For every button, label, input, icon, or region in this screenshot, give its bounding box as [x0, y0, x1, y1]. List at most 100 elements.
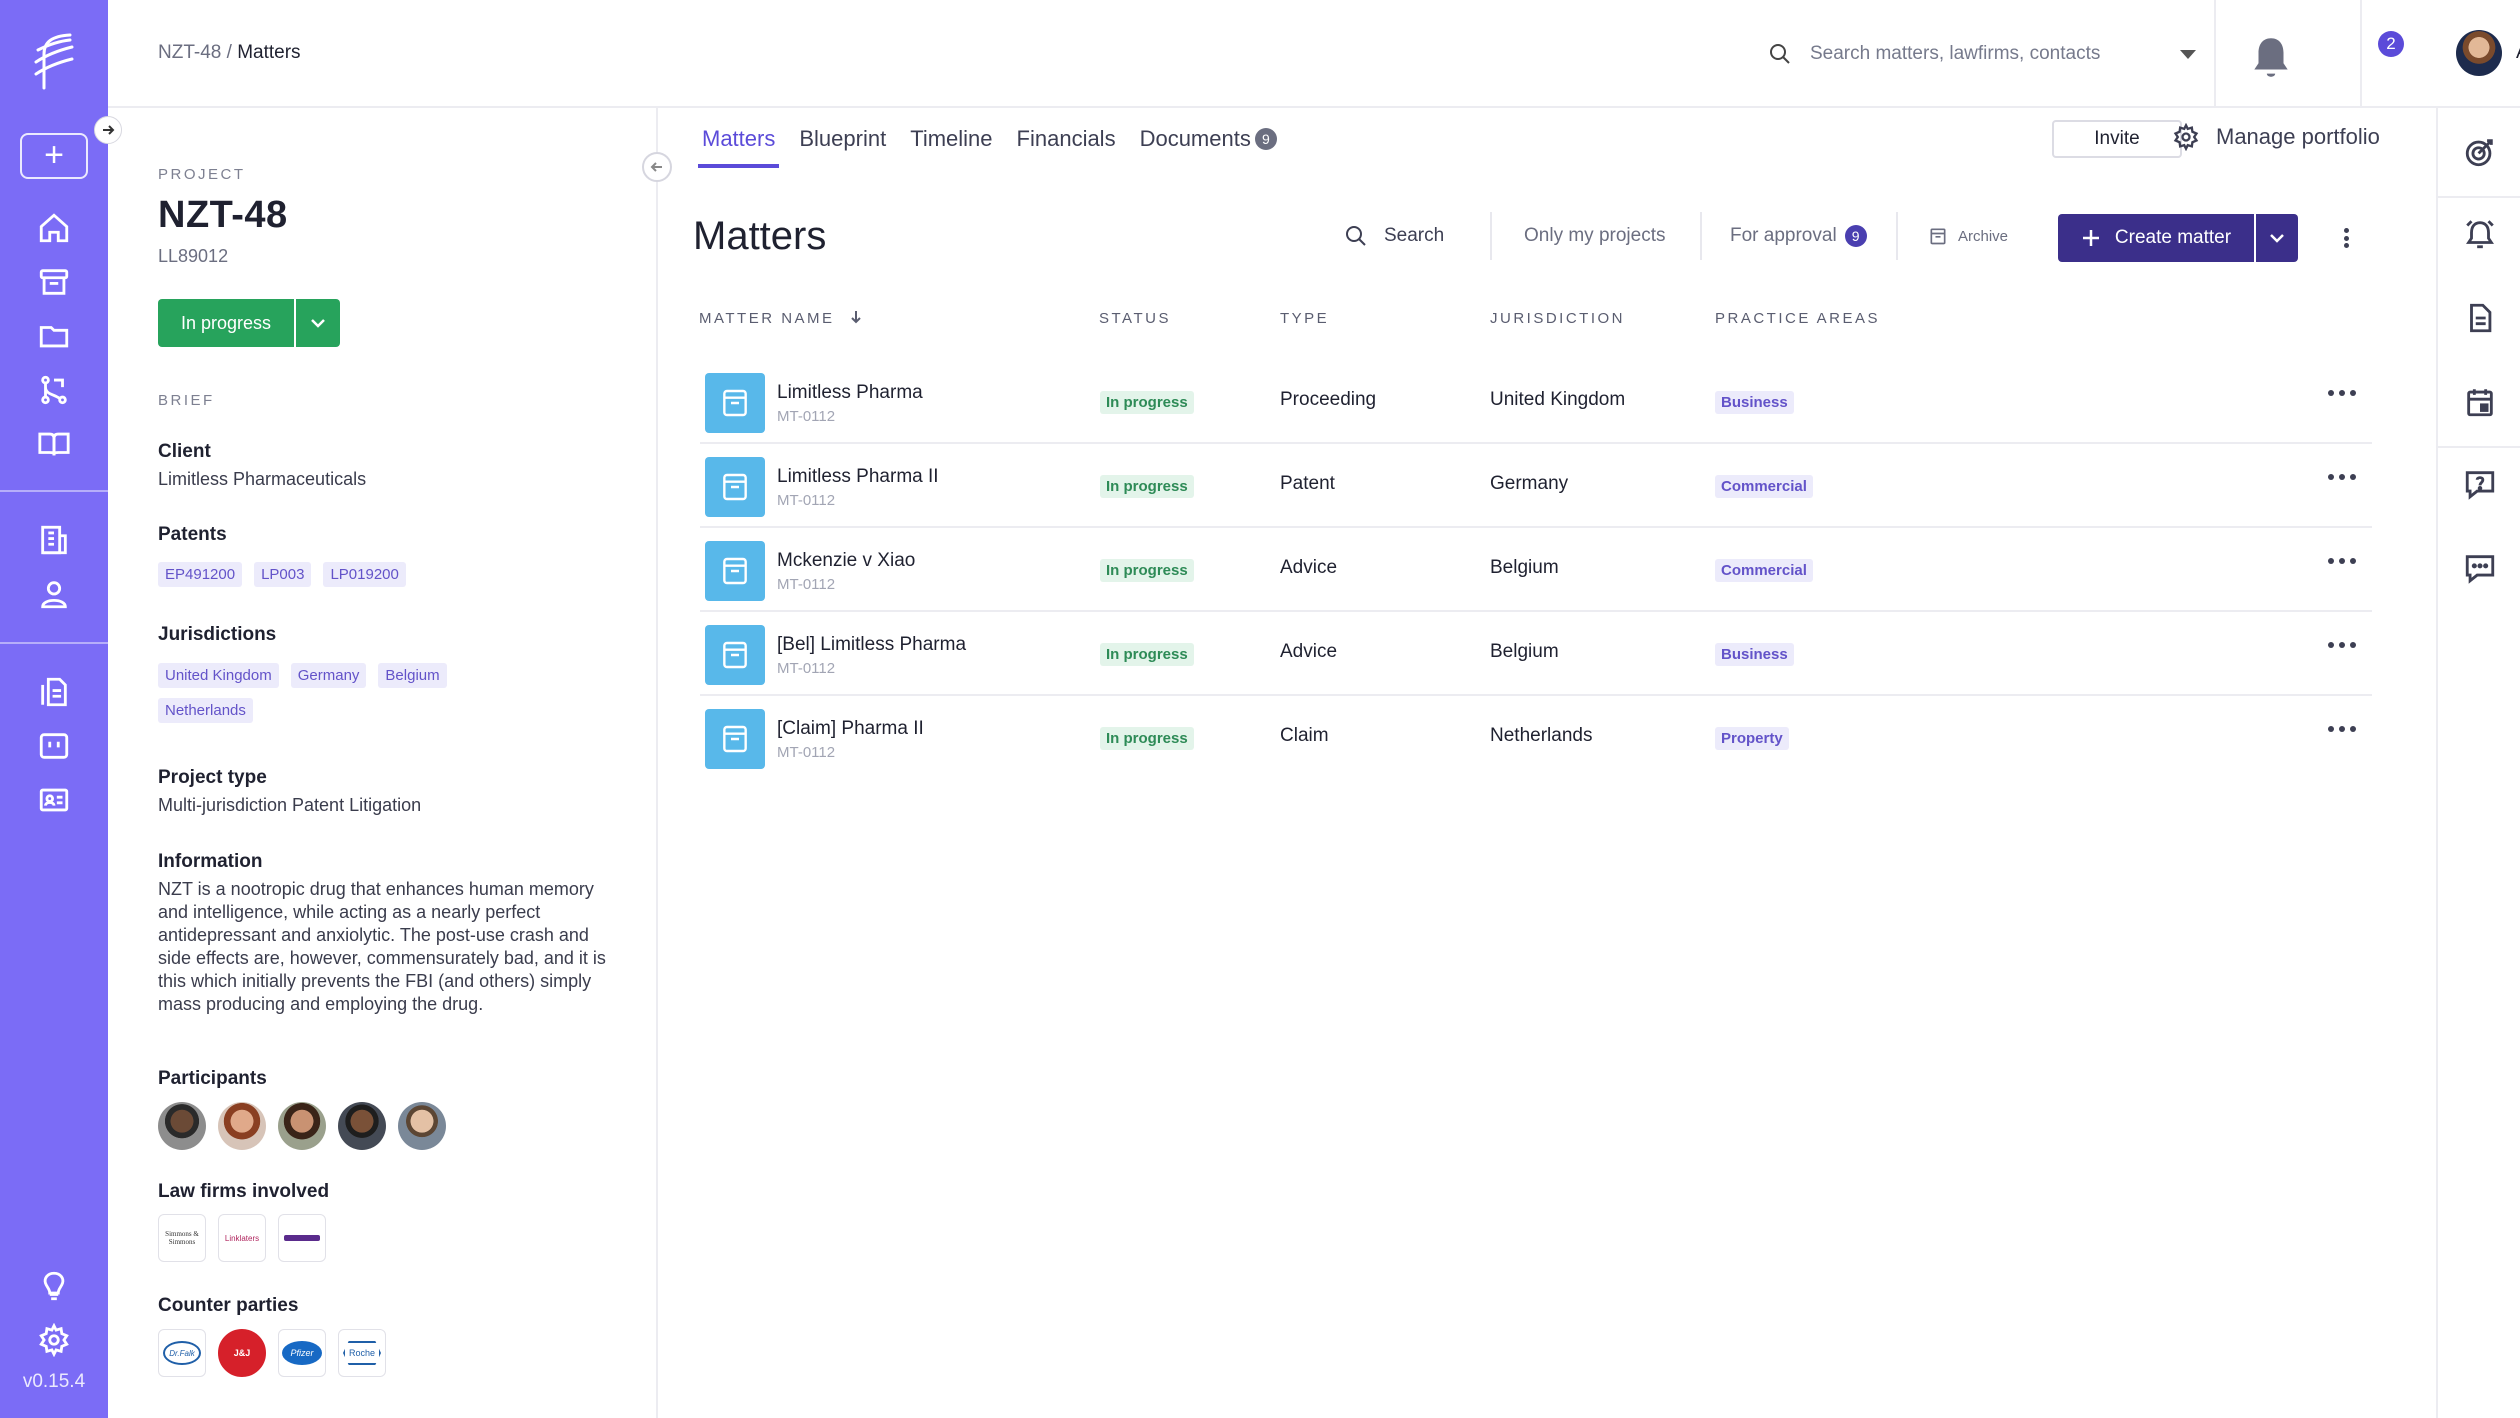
participant-avatar[interactable]: [338, 1102, 386, 1150]
tab-label: Matters: [702, 126, 776, 151]
row-more-options-icon[interactable]: [2328, 726, 2356, 732]
create-matter-button[interactable]: Create matter: [2058, 214, 2254, 262]
archive-button[interactable]: Archive: [1928, 212, 2008, 260]
notifications-count-badge: 2: [2378, 31, 2404, 57]
rail-divider: [2438, 446, 2520, 448]
jurisdiction-chip[interactable]: Belgium: [378, 663, 447, 688]
rail-divider: [0, 642, 108, 644]
collapse-panel-toggle[interactable]: [642, 152, 672, 182]
patent-chip[interactable]: EP491200: [158, 562, 243, 587]
column-header-jurisdiction[interactable]: JURISDICTION: [1490, 310, 1625, 327]
manage-portfolio-button[interactable]: Manage portfolio: [2172, 123, 2380, 151]
search-scope-dropdown-icon[interactable]: [2180, 49, 2196, 59]
counter-party-name: J&J: [233, 1348, 251, 1358]
participant-avatar[interactable]: [158, 1102, 206, 1150]
project-code: LL89012: [158, 246, 229, 266]
chevron-down-icon: [311, 319, 325, 328]
person-icon[interactable]: [34, 574, 74, 614]
column-header-practice-areas[interactable]: PRACTICE AREAS: [1715, 310, 1880, 327]
toolbar-divider: [1700, 212, 1702, 260]
book-icon[interactable]: [34, 424, 74, 464]
counter-party-logo[interactable]: Dr.Falk: [158, 1329, 206, 1377]
table-row[interactable]: [Claim] Pharma II MT-0112 In progress Cl…: [700, 696, 2372, 780]
counter-party-logo[interactable]: Pfizer: [278, 1329, 326, 1377]
jurisdiction-chip[interactable]: United Kingdom: [158, 663, 279, 688]
create-matter-dropdown[interactable]: [2256, 214, 2298, 262]
app-logo-icon[interactable]: [30, 32, 76, 90]
jurisdictions-label: Jurisdictions: [158, 624, 277, 645]
project-status-dropdown[interactable]: [296, 299, 340, 347]
arrow-left-icon: [650, 162, 662, 172]
law-firm-logo[interactable]: Simmons & Simmons: [158, 1214, 206, 1262]
document-icon[interactable]: [2460, 298, 2500, 338]
add-button[interactable]: +: [20, 133, 88, 179]
folder-icon[interactable]: [34, 316, 74, 356]
only-my-projects-filter[interactable]: Only my projects: [1524, 212, 1665, 260]
for-approval-filter[interactable]: For approval 9: [1730, 212, 1867, 260]
matter-name[interactable]: Mckenzie v Xiao: [777, 550, 915, 572]
lightbulb-icon[interactable]: [34, 1266, 74, 1306]
table-row[interactable]: Mckenzie v Xiao MT-0112 In progress Advi…: [700, 528, 2372, 612]
page-title: Matters: [693, 214, 827, 258]
counter-party-name: Pfizer: [282, 1341, 322, 1365]
matter-name[interactable]: Limitless Pharma II: [777, 466, 939, 488]
matter-name[interactable]: Limitless Pharma: [777, 382, 923, 404]
jurisdiction-chip[interactable]: Netherlands: [158, 698, 253, 723]
archive-box-icon[interactable]: [34, 262, 74, 302]
patent-chip[interactable]: LP003: [254, 562, 312, 587]
building-icon[interactable]: [34, 520, 74, 560]
law-firm-logo[interactable]: Linklaters: [218, 1214, 266, 1262]
documents-icon[interactable]: [34, 672, 74, 712]
user-initials[interactable]: AA: [2516, 42, 2520, 64]
row-more-options-icon[interactable]: [2328, 558, 2356, 564]
row-more-options-icon[interactable]: [2328, 642, 2356, 648]
participant-avatar[interactable]: [398, 1102, 446, 1150]
participant-avatar[interactable]: [218, 1102, 266, 1150]
chat-icon[interactable]: [2460, 548, 2500, 588]
calendar-icon[interactable]: [2460, 382, 2500, 422]
counter-parties-list: Dr.Falk J&J Pfizer Roche: [158, 1329, 386, 1377]
user-avatar[interactable]: [2456, 30, 2502, 76]
column-header-type[interactable]: TYPE: [1280, 310, 1329, 327]
quote-icon[interactable]: [34, 726, 74, 766]
contact-card-icon[interactable]: [34, 780, 74, 820]
column-header-status[interactable]: STATUS: [1099, 310, 1171, 327]
tab-documents[interactable]: Documents 9: [1128, 108, 1289, 168]
global-search-input[interactable]: [1810, 43, 2160, 65]
matter-code: MT-0112: [777, 492, 836, 509]
breadcrumb-parent[interactable]: NZT-48 /: [158, 42, 232, 63]
notifications-bell-icon[interactable]: [2246, 32, 2296, 82]
counter-party-logo[interactable]: Roche: [338, 1329, 386, 1377]
table-row[interactable]: Limitless Pharma MT-0112 In progress Pro…: [700, 360, 2372, 444]
toolbar-divider: [1490, 212, 1492, 260]
workflow-icon[interactable]: [34, 370, 74, 410]
expand-rail-toggle[interactable]: [94, 116, 122, 144]
tab-matters[interactable]: Matters: [690, 108, 787, 168]
tab-blueprint[interactable]: Blueprint: [787, 108, 898, 168]
settings-gear-icon[interactable]: [34, 1320, 74, 1360]
matters-search-button[interactable]: Search: [1344, 212, 1444, 260]
law-firm-logo[interactable]: [278, 1214, 326, 1262]
column-header-matter-name[interactable]: MATTER NAME: [699, 310, 863, 327]
more-options-icon[interactable]: [2336, 222, 2356, 254]
row-more-options-icon[interactable]: [2328, 474, 2356, 480]
breadcrumb: NZT-48 / Matters: [158, 42, 301, 64]
alarm-bell-icon[interactable]: [2460, 214, 2500, 254]
home-icon[interactable]: [34, 208, 74, 248]
invite-button[interactable]: Invite: [2052, 120, 2182, 158]
row-more-options-icon[interactable]: [2328, 390, 2356, 396]
table-row[interactable]: [Bel] Limitless Pharma MT-0112 In progre…: [700, 612, 2372, 696]
top-bar: NZT-48 / Matters 2 AA: [108, 0, 2520, 108]
tab-timeline[interactable]: Timeline: [898, 108, 1004, 168]
help-icon[interactable]: [2460, 464, 2500, 504]
matter-name[interactable]: [Claim] Pharma II: [777, 718, 924, 740]
project-status-button[interactable]: In progress: [158, 299, 294, 347]
jurisdiction-chip[interactable]: Germany: [290, 663, 367, 688]
matter-name[interactable]: [Bel] Limitless Pharma: [777, 634, 966, 656]
tab-financials[interactable]: Financials: [1005, 108, 1128, 168]
table-row[interactable]: Limitless Pharma II MT-0112 In progress …: [700, 444, 2372, 528]
participant-avatar[interactable]: [278, 1102, 326, 1150]
target-icon[interactable]: [2460, 132, 2500, 172]
patent-chip[interactable]: LP019200: [323, 562, 406, 587]
counter-party-logo[interactable]: J&J: [218, 1329, 266, 1377]
